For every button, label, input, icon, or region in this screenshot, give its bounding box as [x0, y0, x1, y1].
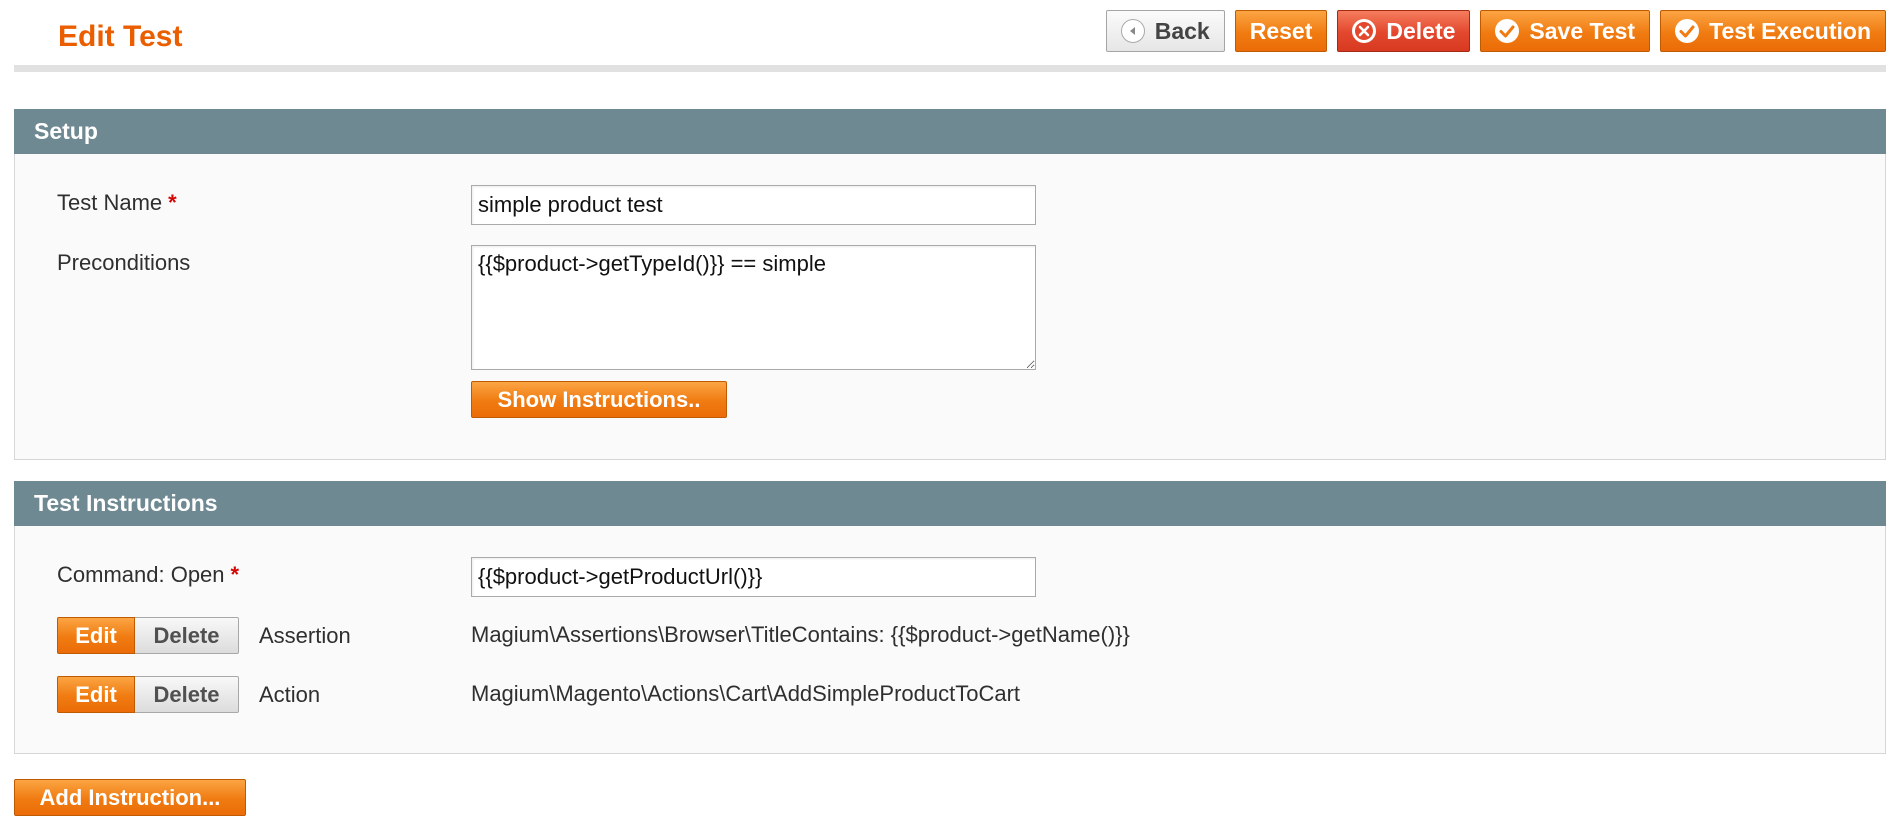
test-name-input[interactable] — [471, 185, 1036, 225]
test-instructions-body: Command: Open* Edit Delete Assertion Mag… — [14, 526, 1886, 754]
command-open-input[interactable] — [471, 557, 1036, 597]
setup-section-body: Test Name* Preconditions {{$product->get… — [14, 154, 1886, 460]
save-test-button-label: Save Test — [1529, 17, 1636, 44]
setup-section-header: Setup — [14, 109, 1886, 154]
edit-instruction-button[interactable]: Edit — [57, 676, 135, 713]
preconditions-textarea[interactable]: {{$product->getTypeId()}} == simple — [471, 245, 1036, 370]
page-title: Edit Test — [58, 20, 183, 53]
back-arrow-icon — [1120, 19, 1145, 43]
back-button[interactable]: Back — [1105, 10, 1225, 52]
header-toolbar: Back Reset Delete Save Test Test Executi… — [1105, 10, 1886, 52]
delete-button[interactable]: Delete — [1337, 10, 1471, 52]
save-test-button[interactable]: Save Test — [1480, 10, 1651, 52]
instruction-row-actions: Edit Delete — [57, 617, 239, 654]
page-header: Edit Test Back Reset Delete Save Test Te… — [14, 0, 1886, 72]
instruction-value: Magium\Magento\Actions\Cart\AddSimplePro… — [471, 681, 1021, 706]
checkmark-icon — [1495, 19, 1520, 43]
test-instructions-section: Test Instructions Command: Open* Edit De… — [14, 481, 1886, 754]
checkmark-icon — [1675, 19, 1700, 43]
test-execution-button[interactable]: Test Execution — [1660, 10, 1886, 52]
add-instruction-label: Add Instruction... — [39, 784, 221, 810]
instruction-value: Magium\Assertions\Browser\TitleContains:… — [471, 622, 1130, 647]
reset-button[interactable]: Reset — [1234, 10, 1328, 52]
required-marker: * — [168, 190, 177, 215]
test-execution-button-label: Test Execution — [1709, 17, 1871, 44]
delete-instruction-button[interactable]: Delete — [135, 676, 239, 713]
preconditions-label: Preconditions — [57, 250, 191, 275]
edit-instruction-button[interactable]: Edit — [57, 617, 135, 654]
show-instructions-label: Show Instructions.. — [497, 386, 701, 412]
delete-instruction-button[interactable]: Delete — [135, 617, 239, 654]
setup-section: Setup Test Name* Preconditions {{$produc… — [14, 109, 1886, 460]
instruction-type: Assertion — [259, 623, 351, 648]
instruction-type: Action — [259, 682, 321, 707]
back-button-label: Back — [1154, 17, 1210, 44]
test-instructions-header: Test Instructions — [14, 481, 1886, 526]
instruction-row-actions: Edit Delete — [57, 676, 239, 713]
required-marker: * — [230, 562, 240, 587]
add-instruction-button[interactable]: Add Instruction... — [14, 779, 246, 816]
delete-button-label: Delete — [1386, 17, 1456, 44]
reset-button-label: Reset — [1249, 17, 1313, 44]
command-open-label: Command: Open * — [57, 562, 240, 587]
delete-x-icon — [1352, 19, 1377, 43]
show-instructions-button[interactable]: Show Instructions.. — [471, 381, 727, 418]
test-name-label: Test Name * — [57, 190, 177, 215]
